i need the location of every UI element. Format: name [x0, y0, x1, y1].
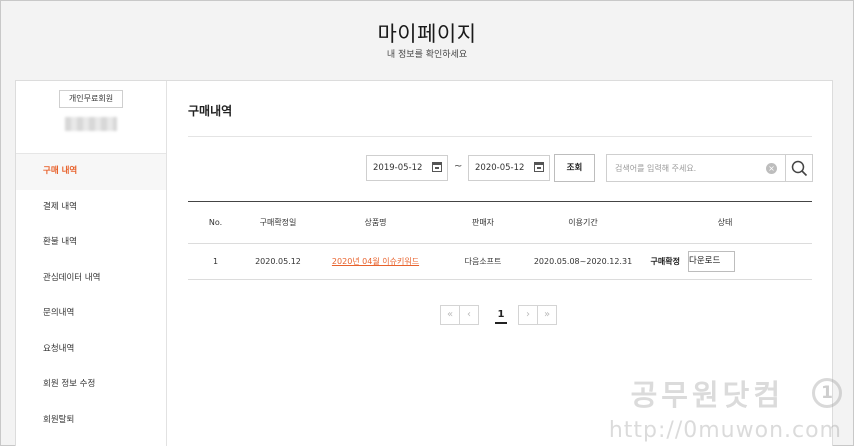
- row-confirm-date: 2020.05.12: [255, 257, 301, 266]
- divider: [188, 136, 812, 137]
- section-title: 구매내역: [188, 104, 233, 118]
- row-period: 2020.05.08~2020.12.31: [533, 257, 633, 266]
- row-product-cell: 2020년 04월 이슈키워드: [313, 244, 438, 280]
- end-date-field[interactable]: 2020-05-12: [468, 155, 550, 181]
- lookup-button[interactable]: 조회: [554, 154, 595, 182]
- sidebar-item-payment-history[interactable]: 결제 내역: [16, 190, 166, 226]
- table-header-row: No. 구매확정일 상품명 판매자 이용기간 상태: [188, 201, 812, 244]
- column-header-product: 상품명: [364, 218, 387, 227]
- watermark-text: 공무원닷컴: [630, 378, 784, 412]
- sidebar-item-edit-profile[interactable]: 회원 정보 수정: [16, 367, 166, 403]
- column-header-status: 상태: [717, 218, 733, 227]
- start-date-value: 2019-05-12: [373, 163, 423, 173]
- member-grade-badge: 개인무료회원: [59, 90, 123, 108]
- row-action-cell: 다운로드: [688, 244, 812, 280]
- calendar-icon[interactable]: [534, 162, 544, 172]
- sidebar-item-inquiries[interactable]: 문의내역: [16, 296, 166, 332]
- search-button[interactable]: [785, 154, 813, 182]
- page-subtitle: 내 정보를 확인하세요: [386, 50, 468, 60]
- start-date-field[interactable]: 2019-05-12: [366, 155, 448, 181]
- prev-page-button[interactable]: ‹: [459, 305, 479, 325]
- table-row: 1 2020.05.12 2020년 04월 이슈키워드 다음소프트 2020.…: [188, 244, 812, 280]
- sidebar-item-favorite-data[interactable]: 관심데이터 내역: [16, 261, 166, 297]
- first-page-button[interactable]: «: [440, 305, 460, 325]
- column-header-confirm-date: 구매확정일: [259, 218, 297, 227]
- row-no: 1: [212, 257, 219, 266]
- row-seller: 다음소프트: [464, 257, 502, 266]
- date-range-separator: ~: [454, 161, 463, 172]
- download-button[interactable]: 다운로드: [688, 251, 735, 272]
- end-date-value: 2020-05-12: [475, 163, 525, 173]
- sidebar-item-requests[interactable]: 요청내역: [16, 332, 166, 368]
- next-page-button[interactable]: ›: [518, 305, 538, 325]
- search-icon: [791, 160, 808, 177]
- watermark-url: http://0muwon.com: [608, 418, 842, 443]
- search-box: ×: [606, 154, 786, 182]
- search-input[interactable]: [607, 155, 767, 181]
- purchase-table: No. 구매확정일 상품명 판매자 이용기간 상태 1 2020.05.12 2…: [188, 201, 812, 280]
- clear-icon[interactable]: ×: [766, 163, 777, 174]
- sidebar: 개인무료회원 구매 내역 결제 내역 환불 내역 관심데이터 내역 문의내역 요…: [16, 81, 167, 446]
- calendar-icon[interactable]: [432, 162, 442, 172]
- sidebar-item-withdraw[interactable]: 회원탈퇴: [16, 403, 166, 439]
- watermark-logo-icon: 1: [812, 378, 842, 408]
- current-page-number[interactable]: 1: [495, 308, 507, 324]
- member-name-blurred: [65, 117, 117, 131]
- last-page-button[interactable]: »: [537, 305, 557, 325]
- sidebar-item-purchase-history[interactable]: 구매 내역: [16, 154, 166, 190]
- product-link[interactable]: 2020년 04월 이슈키워드: [332, 257, 419, 266]
- page-title: 마이페이지: [377, 22, 477, 46]
- row-status: 구매확정: [650, 257, 680, 266]
- sidebar-item-refund-history[interactable]: 환불 내역: [16, 225, 166, 261]
- column-header-seller: 판매자: [471, 218, 495, 227]
- column-header-period: 이용기간: [568, 218, 598, 227]
- column-header-no: No.: [208, 218, 223, 227]
- member-info: 개인무료회원: [16, 81, 166, 154]
